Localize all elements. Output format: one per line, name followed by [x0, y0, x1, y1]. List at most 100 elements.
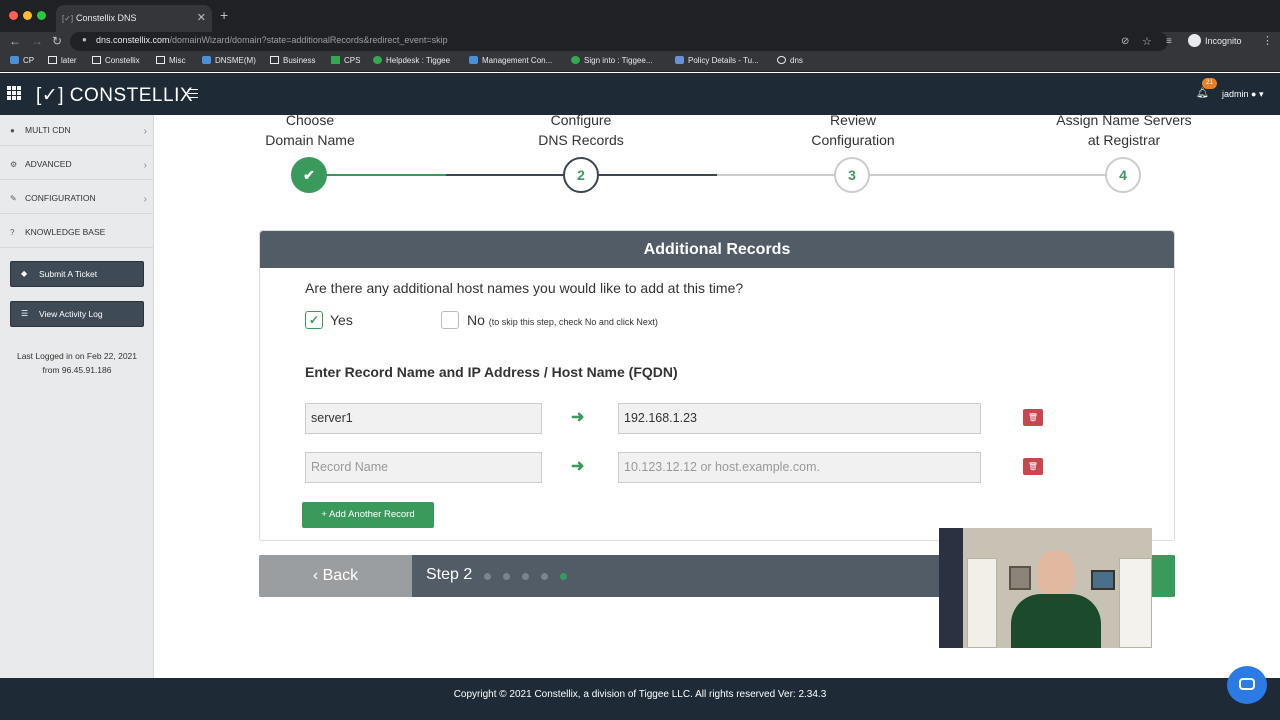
user-menu[interactable]: jadmin ● ▾	[1222, 89, 1264, 100]
bell-icon[interactable]: 🔔︎	[1196, 88, 1209, 99]
sidebar: ● MULTI CDN › ⚙ ADVANCED › ✎ CONFIGURATI…	[0, 115, 154, 678]
back-arrow-icon[interactable]: ←	[9, 34, 21, 48]
tab-title: Constellix DNS	[76, 13, 137, 23]
chevron-right-icon: ›	[143, 126, 147, 137]
bookmark-icon	[675, 56, 684, 64]
step-indicator: Step 2	[426, 566, 473, 583]
bookmark-icon	[10, 56, 19, 64]
arrow-right-icon: ➜	[571, 409, 585, 426]
constellix-logo[interactable]: [✓] CONSTELLIX	[36, 84, 193, 107]
bookmark-item[interactable]: Helpdesk : Tiggee	[373, 56, 450, 65]
step-4-marker: 4	[1105, 157, 1141, 193]
star-icon[interactable]: ☆	[1142, 35, 1152, 48]
chat-widget-button[interactable]	[1227, 666, 1267, 704]
webcam-door	[967, 558, 997, 648]
reading-list-icon[interactable]: ≡	[1166, 36, 1172, 47]
url-text: dns.constellix.com/domainWizard/domain?s…	[96, 35, 448, 45]
sidebar-item-label: MULTI CDN	[25, 125, 71, 135]
caret-down-icon: ▾	[1258, 89, 1264, 99]
bookmark-folder[interactable]: Business	[270, 56, 315, 65]
cogs-icon: ⚙	[10, 160, 18, 169]
panel-title: Additional Records	[260, 231, 1174, 268]
record-value-input[interactable]: 10.123.12.12 or host.example.com.	[618, 452, 981, 483]
no-label: No (to skip this step, check No and clic…	[467, 312, 658, 328]
record-section-title: Enter Record Name and IP Address / Host …	[305, 364, 678, 380]
forward-arrow-icon[interactable]: →	[31, 34, 43, 48]
chat-icon	[1239, 678, 1255, 690]
yes-checkbox[interactable]: ✓	[305, 311, 323, 329]
view-activity-log-button[interactable]: ☰ View Activity Log	[10, 301, 144, 327]
bookmark-folder[interactable]: Constellix	[92, 56, 140, 65]
globe-icon	[777, 56, 786, 64]
step-4-label: Assign Name Servers at Registrar	[1056, 112, 1192, 148]
new-tab-icon[interactable]: +	[220, 7, 228, 23]
favicon-icon: [✓]	[62, 14, 74, 23]
incognito-icon	[1188, 34, 1201, 47]
folder-icon	[92, 56, 101, 64]
eye-off-icon[interactable]: ⊘	[1121, 36, 1129, 47]
apps-grid-icon[interactable]	[7, 86, 21, 100]
bookmark-item[interactable]: CPS	[331, 56, 360, 65]
sidebar-item-knowledge-base[interactable]: ? KNOWLEDGE BASE	[0, 217, 154, 248]
minimize-window-icon[interactable]	[23, 11, 32, 20]
reload-icon[interactable]: ↻	[52, 34, 62, 48]
list-icon: ☰	[21, 309, 29, 318]
hamburger-menu-icon[interactable]	[188, 89, 198, 101]
question-icon: ?	[10, 228, 15, 237]
back-button[interactable]: ‹ Back	[259, 555, 412, 597]
globe-icon: ●	[10, 126, 15, 135]
bookmark-folder[interactable]: Misc	[156, 56, 185, 65]
bookmarks-bar: CP later Constellix Misc DNSME(M) Busine…	[0, 52, 1280, 72]
sidebar-item-advanced[interactable]: ⚙ ADVANCED ›	[0, 149, 154, 180]
arrow-right-icon: ➜	[571, 458, 585, 475]
trash-icon[interactable]: 🗑︎	[1023, 458, 1043, 475]
bookmark-item[interactable]: dns	[777, 56, 803, 65]
step-2-marker: 2	[563, 157, 599, 193]
bookmark-icon	[469, 56, 478, 64]
step-dot	[541, 573, 548, 580]
bookmark-item[interactable]: CP	[10, 56, 34, 65]
bookmark-item[interactable]: Policy Details - Tu...	[675, 56, 759, 65]
no-checkbox[interactable]	[441, 311, 459, 329]
add-another-record-button[interactable]: + Add Another Record	[302, 502, 434, 528]
record-name-input[interactable]: server1	[305, 403, 542, 434]
bookmark-folder[interactable]: later	[48, 56, 77, 65]
progress-line-pending	[717, 174, 1123, 176]
close-window-icon[interactable]	[9, 11, 18, 20]
browser-tab[interactable]: [✓] Constellix DNS ✕	[56, 5, 212, 32]
chevron-right-icon: ›	[143, 160, 147, 171]
last-login-date: Last Logged in on Feb 22, 2021	[16, 351, 138, 361]
webcam-door	[1119, 558, 1152, 648]
sidebar-item-configuration[interactable]: ✎ CONFIGURATION ›	[0, 183, 154, 214]
more-menu-icon[interactable]: ⋮	[1262, 34, 1273, 47]
webcam-person-head	[1037, 550, 1075, 598]
last-login-info: Last Logged in on Feb 22, 2021 from 96.4…	[0, 349, 154, 377]
app-header: [✓] CONSTELLIX 🔔︎ 21 jadmin ● ▾	[0, 73, 1280, 115]
yes-label: Yes	[330, 312, 353, 328]
record-value-input[interactable]: 192.168.1.23	[618, 403, 981, 434]
record-name-input[interactable]: Record Name	[305, 452, 542, 483]
submit-ticket-label: Submit A Ticket	[39, 269, 98, 279]
step-3-marker: 3	[834, 157, 870, 193]
chevron-right-icon: ›	[143, 194, 147, 205]
folder-icon	[156, 56, 165, 64]
sidebar-item-multi-cdn[interactable]: ● MULTI CDN ›	[0, 115, 154, 146]
additional-records-panel: Additional Records Are there any additio…	[259, 230, 1175, 541]
maximize-window-icon[interactable]	[37, 11, 46, 20]
incognito-indicator[interactable]: Incognito	[1188, 34, 1242, 47]
wrench-icon: ✎	[10, 194, 17, 203]
bookmark-icon	[202, 56, 211, 64]
step-1-check-icon: ✔	[291, 157, 327, 193]
browser-tab-strip: [✓] Constellix DNS ✕ +	[0, 0, 1280, 32]
submit-ticket-button[interactable]: ◆ Submit A Ticket	[10, 261, 144, 287]
page-footer: Copyright © 2021 Constellix, a division …	[0, 678, 1280, 720]
webcam-doorway	[939, 528, 963, 648]
additional-hosts-question: Are there any additional host names you …	[305, 280, 744, 296]
tab-close-icon[interactable]: ✕	[197, 5, 206, 32]
trash-icon[interactable]: 🗑︎	[1023, 409, 1043, 426]
bookmark-item[interactable]: Sign into : Tiggee...	[571, 56, 653, 65]
bookmark-icon	[571, 56, 580, 64]
bookmark-item[interactable]: Management Con...	[469, 56, 552, 65]
bookmark-item[interactable]: DNSME(M)	[202, 56, 256, 65]
webcam-overlay	[939, 528, 1152, 648]
